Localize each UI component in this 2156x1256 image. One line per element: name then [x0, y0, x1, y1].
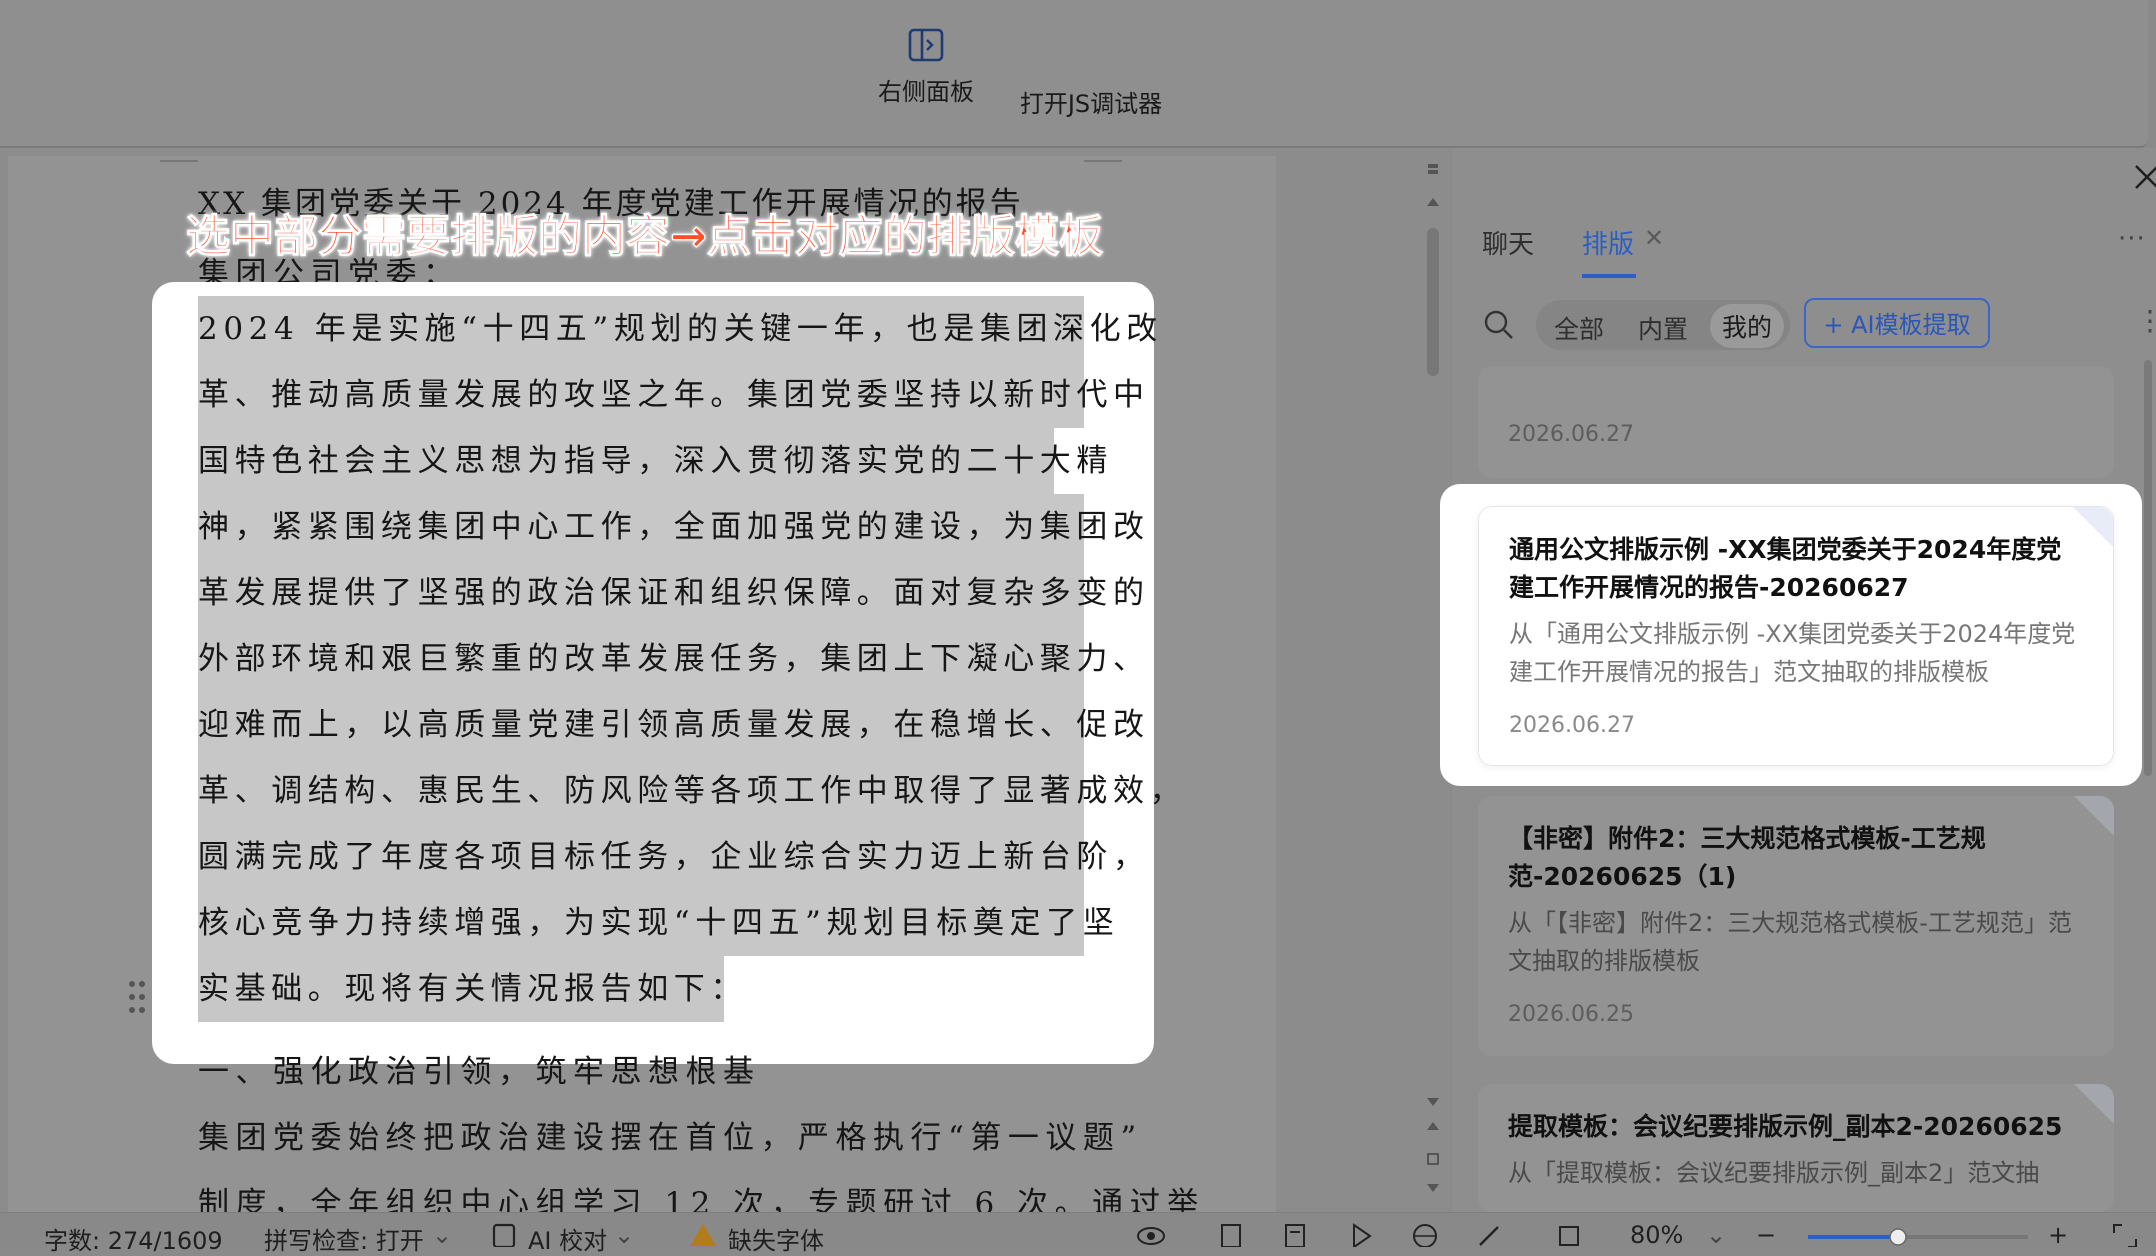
filter-all[interactable]: 全部: [1554, 310, 1604, 346]
selected-paragraph-line[interactable]: 核心竞争力持续增强，为实现“十四五”规划目标奠定了坚: [198, 890, 1119, 956]
template-card[interactable]: 【非密】附件2：三大规范格式模板-工艺规范-20260625（1) 从「【非密】…: [1478, 796, 2114, 1056]
selected-paragraph-line[interactable]: 迎难而上，以高质量党建引领高质量发展，在稳增长、促改: [198, 692, 1150, 758]
card-corner-badge: [2074, 1084, 2114, 1124]
search-icon[interactable]: [1484, 310, 1514, 340]
card-description: 从「提取模板：会议纪要排版示例_副本2」范文抽: [1508, 1159, 2040, 1187]
right-panel-button[interactable]: 右侧面板: [876, 28, 976, 107]
card-corner-badge: [2074, 796, 2114, 836]
tutorial-annotation: 选中部分需要排版的内容→点击对应的排版模板: [185, 210, 1103, 262]
selected-paragraph-line[interactable]: 圆满完成了年度各项目标任务，企业综合实力迈上新台阶，: [198, 824, 1150, 890]
paragraph-line: 集团党委始终把政治建设摆在首位，严格执行“第一议题”: [198, 1120, 1143, 1156]
js-debugger-label: 打开JS调试器: [1019, 90, 1163, 118]
fullscreen-icon[interactable]: [2110, 1221, 2140, 1247]
selected-paragraph-line[interactable]: 神，紧紧围绕集团中心工作，全面加强党的建设，为集团改: [198, 494, 1150, 560]
chevron-down-icon: ⌄: [614, 1221, 635, 1249]
selected-paragraph-line[interactable]: 革、推动高质量发展的攻坚之年。集团党委坚持以新时代中: [198, 362, 1150, 428]
card-corner-badge: [2073, 507, 2113, 547]
panel-scrollbar[interactable]: [2140, 360, 2156, 1180]
section-heading: 一、强化政治引领，筑牢思想根基: [198, 1054, 761, 1090]
tab-layout[interactable]: 排版: [1582, 224, 1634, 261]
selected-paragraph-line[interactable]: 实基础。现将有关情况报告如下：: [198, 956, 747, 1022]
card-date: 2026.06.27: [1509, 713, 1635, 738]
selected-paragraph-line[interactable]: 2024 年是实施“十四五”规划的关键一年，也是集团深化改: [198, 296, 1163, 362]
active-tab-indicator: [1582, 274, 1636, 278]
card-title: 通用公文排版示例 -XX集团党委关于2024年度党建工作开展情况的报告-2026…: [1509, 535, 2062, 602]
card-description: 从「通用公文排版示例 -XX集团党委关于2024年度党建工作开展情况的报告」范文…: [1509, 620, 2076, 686]
ai-proofread-button[interactable]: AI 校对: [528, 1221, 607, 1256]
pen-icon[interactable]: [1474, 1221, 1504, 1247]
eye-icon[interactable]: [1136, 1221, 1166, 1247]
warning-icon: [690, 1224, 716, 1246]
play-icon[interactable]: [1346, 1221, 1376, 1247]
right-panel-icon: [908, 28, 944, 62]
tab-close-icon[interactable]: ✕: [1644, 224, 1664, 252]
fit-screen-icon[interactable]: [1554, 1221, 1584, 1247]
spellcheck-toggle[interactable]: 拼写检查: 打开: [264, 1221, 424, 1256]
tab-chat[interactable]: 聊天: [1482, 224, 1534, 261]
card-date: 2026.06.27: [1508, 422, 1634, 447]
filter-mine[interactable]: 我的: [1710, 304, 1785, 348]
ai-proofread-icon: [492, 1223, 516, 1247]
card-title: 【非密】附件2：三大规范格式模板-工艺规范-20260625（1): [1508, 824, 1986, 891]
zoom-out-icon[interactable]: −: [1756, 1221, 1776, 1249]
outline-view-icon[interactable]: [1280, 1221, 1310, 1247]
top-toolbar: 右侧面板 打开JS调试器: [0, 0, 2148, 148]
word-count[interactable]: 字数: 274/1609: [44, 1221, 223, 1256]
right-panel-label: 右侧面板: [878, 78, 974, 106]
card-title: 提取模板：会议纪要排版示例_副本2-20260625: [1508, 1112, 2063, 1141]
close-icon[interactable]: [2128, 158, 2156, 198]
more-options-icon[interactable]: ···: [2118, 224, 2146, 254]
chevron-down-icon: ⌄: [432, 1221, 453, 1249]
kebab-menu-icon[interactable]: ⋮: [2136, 304, 2156, 337]
ai-template-extract-button[interactable]: + AI模板提取: [1804, 298, 1990, 348]
zoom-level[interactable]: 80%: [1630, 1221, 1683, 1249]
template-card[interactable]: 2026.06.27: [1478, 366, 2114, 478]
status-bar: 字数: 274/1609 拼写检查: 打开 ⌄ AI 校对 ⌄ 缺失字体 80%…: [0, 1212, 2156, 1255]
page-margin-mark: [1084, 160, 1122, 162]
js-debugger-button[interactable]: 打开JS调试器: [1016, 84, 1166, 119]
globe-icon[interactable]: [1410, 1221, 1440, 1247]
filter-builtin[interactable]: 内置: [1638, 310, 1688, 346]
page-view-icon[interactable]: [1216, 1221, 1246, 1247]
page-margin-mark: [160, 160, 198, 162]
zoom-in-icon[interactable]: +: [2048, 1221, 2068, 1249]
drag-handle-icon[interactable]: [128, 980, 146, 1014]
card-date: 2026.06.25: [1508, 1002, 1634, 1027]
template-card[interactable]: 提取模板：会议纪要排版示例_副本2-20260625 从「提取模板：会议纪要排版…: [1478, 1084, 2114, 1212]
card-description: 从「【非密】附件2：三大规范格式模板-工艺规范」范文抽取的排版模板: [1508, 909, 2072, 975]
selected-paragraph-line[interactable]: 革发展提供了坚强的政治保证和组织保障。面对复杂多变的: [198, 560, 1150, 626]
selected-paragraph-line[interactable]: 国特色社会主义思想为指导，深入贯彻落实党的二十大精: [198, 428, 1113, 494]
missing-font-button[interactable]: 缺失字体: [728, 1221, 824, 1256]
template-card-selected[interactable]: 通用公文排版示例 -XX集团党委关于2024年度党建工作开展情况的报告-2026…: [1478, 506, 2114, 766]
chevron-down-icon: ⌄: [1706, 1221, 1727, 1249]
zoom-slider[interactable]: [1808, 1227, 2028, 1247]
selected-paragraph-line[interactable]: 外部环境和艰巨繁重的改革发展任务，集团上下凝心聚力、: [198, 626, 1150, 692]
selected-paragraph-line[interactable]: 革、调结构、惠民生、防风险等各项工作中取得了显著成效，: [198, 758, 1186, 824]
